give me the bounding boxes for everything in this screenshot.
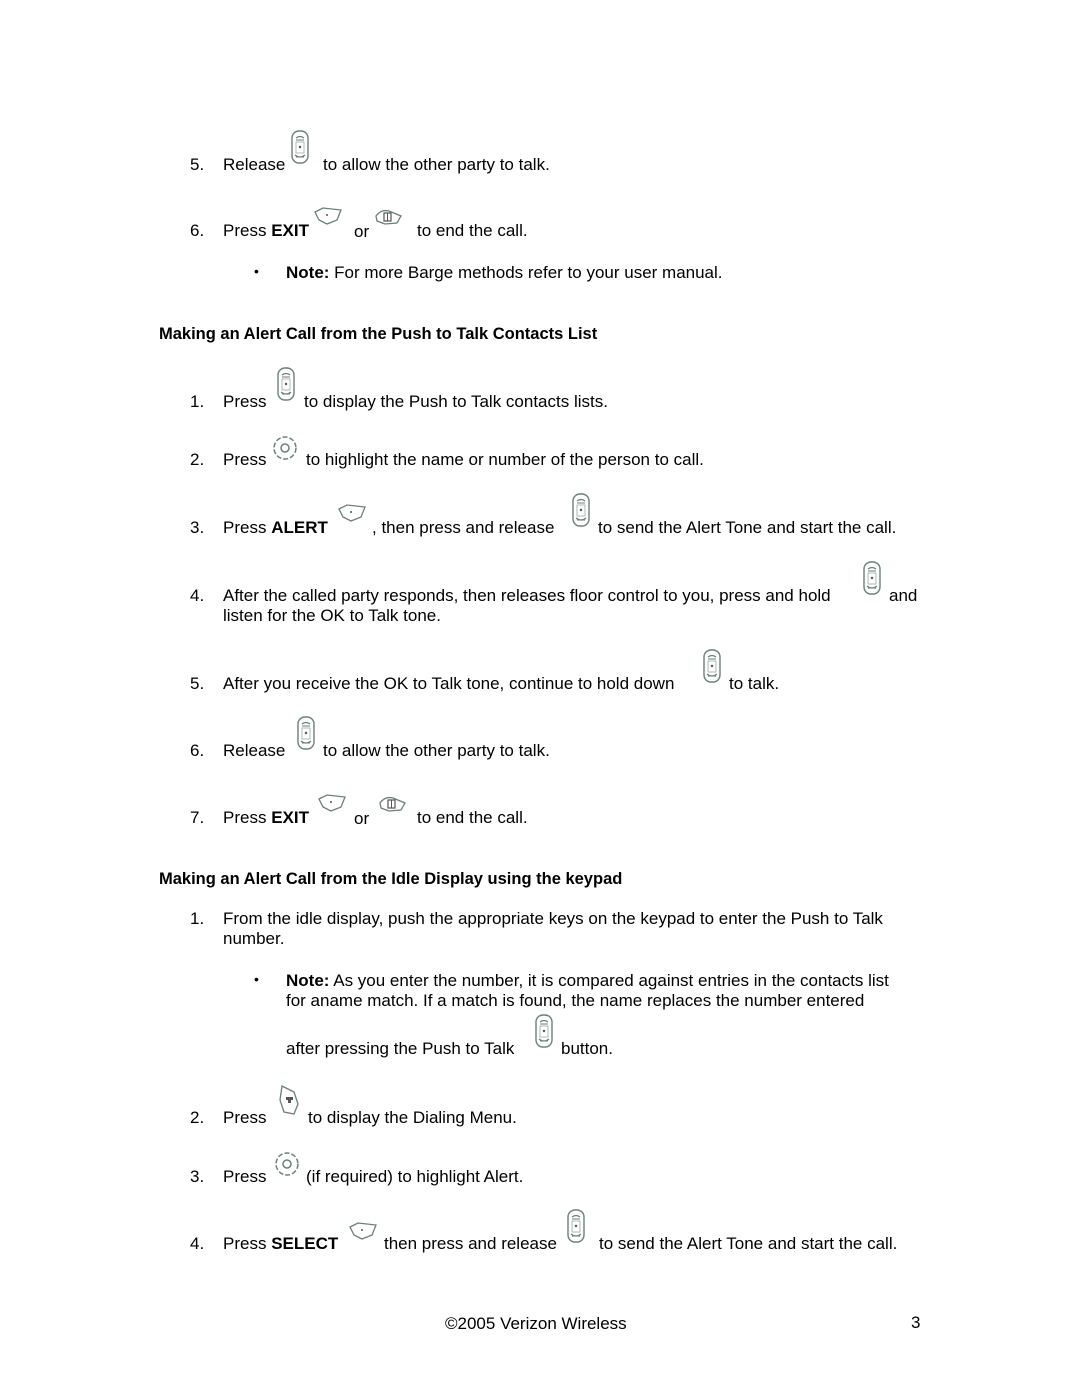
section-heading: Making an Alert Call from the Idle Displ… (159, 870, 623, 888)
note-text: after pressing the Push to Talk (286, 1039, 515, 1058)
step-number: 4. (190, 586, 205, 605)
left-softkey-icon (314, 207, 342, 225)
note-label: Note: (286, 263, 330, 282)
step-number: 3. (190, 1167, 205, 1186)
step-text: to allow the other party to talk. (323, 741, 550, 760)
footer-copyright: ©2005 Verizon Wireless (445, 1314, 627, 1333)
step-text: number. (223, 929, 285, 948)
step-number: 5. (190, 155, 205, 174)
left-softkey-icon (318, 794, 346, 812)
note: Note: For more Barge methods refer to yo… (286, 263, 723, 283)
step-pre: Press (223, 518, 272, 537)
step-number: 6. (190, 221, 205, 240)
end-key-icon (375, 209, 402, 225)
page-number: 3 (911, 1313, 921, 1332)
or-text: or (354, 222, 370, 241)
step-number: 1. (190, 392, 205, 411)
step-text: Press SELECT (223, 1234, 338, 1254)
step-text: Press EXIT (223, 221, 309, 241)
step-number: 3. (190, 518, 205, 537)
step-number: 5. (190, 674, 205, 693)
step-pre: Press (223, 1234, 272, 1253)
step-text: to display the Push to Talk contacts lis… (304, 392, 608, 411)
note-text: button. (561, 1039, 613, 1058)
step-number: 2. (190, 1108, 205, 1127)
step-text: From the idle display, push the appropri… (223, 909, 883, 928)
step-pre: Press (223, 808, 272, 827)
step-text: Press (223, 450, 267, 469)
note: Note: As you enter the number, it is com… (286, 971, 889, 991)
ptt-button-icon (535, 1014, 553, 1048)
note-label: Note: (286, 971, 330, 990)
ptt-button-icon (572, 493, 590, 527)
nav-key-icon (273, 436, 297, 460)
bullet: • (254, 971, 259, 987)
step-text: After you receive the OK to Talk tone, c… (223, 674, 675, 693)
step-text: then press and release (384, 1234, 557, 1253)
step-text: Press (223, 1167, 267, 1186)
softkey-label: EXIT (271, 221, 309, 240)
step-text: , then press and release (372, 518, 555, 537)
step-text: to talk. (729, 674, 780, 693)
left-softkey-icon (349, 1222, 377, 1240)
step-text: to display the Dialing Menu. (308, 1108, 517, 1127)
softkey-label: SELECT (271, 1234, 339, 1253)
step-text: Press (223, 1108, 267, 1127)
step-text: listen for the OK to Talk tone. (223, 606, 441, 625)
softkey-label: ALERT (271, 518, 328, 537)
left-softkey-icon (338, 504, 366, 522)
step-text: Press (223, 392, 267, 411)
or-text: or (354, 809, 370, 828)
step-number: 4. (190, 1234, 205, 1253)
step-number: 1. (190, 909, 205, 928)
step-text: to end the call. (417, 808, 528, 827)
step-pre: Press (223, 221, 272, 240)
right-softkey-menu-icon (279, 1085, 299, 1115)
step-text: to send the Alert Tone and start the cal… (598, 518, 897, 537)
step-text: After the called party responds, then re… (223, 586, 831, 605)
ptt-button-icon (567, 1209, 585, 1243)
ptt-button-icon (703, 649, 721, 683)
step-number: 2. (190, 450, 205, 469)
note-text: for aname match. If a match is found, th… (286, 991, 865, 1010)
step-text: (if required) to highlight Alert. (306, 1167, 524, 1186)
step-text: to allow the other party to talk. (323, 155, 550, 174)
step-text: Press ALERT (223, 518, 328, 538)
step-text: to end the call. (417, 221, 528, 240)
ptt-button-icon (291, 130, 309, 164)
step-number: 6. (190, 741, 205, 760)
section-heading: Making an Alert Call from the Push to Ta… (159, 325, 598, 343)
step-text: to highlight the name or number of the p… (306, 450, 704, 469)
end-key-icon (379, 796, 406, 812)
step-text: Press EXIT (223, 808, 309, 828)
ptt-button-icon (297, 716, 315, 750)
ptt-button-icon (277, 367, 295, 401)
note-text: As you enter the number, it is compared … (329, 971, 889, 990)
nav-key-icon (275, 1152, 299, 1176)
step-number: 7. (190, 808, 205, 827)
note-text: For more Barge methods refer to your use… (329, 263, 723, 282)
ptt-button-icon (863, 561, 881, 595)
bullet: • (254, 263, 259, 279)
step-text: to send the Alert Tone and start the cal… (599, 1234, 898, 1253)
step-text: and (889, 586, 918, 605)
softkey-label: EXIT (271, 808, 309, 827)
step-text: Release (223, 741, 286, 760)
step-text: Release (223, 155, 286, 174)
